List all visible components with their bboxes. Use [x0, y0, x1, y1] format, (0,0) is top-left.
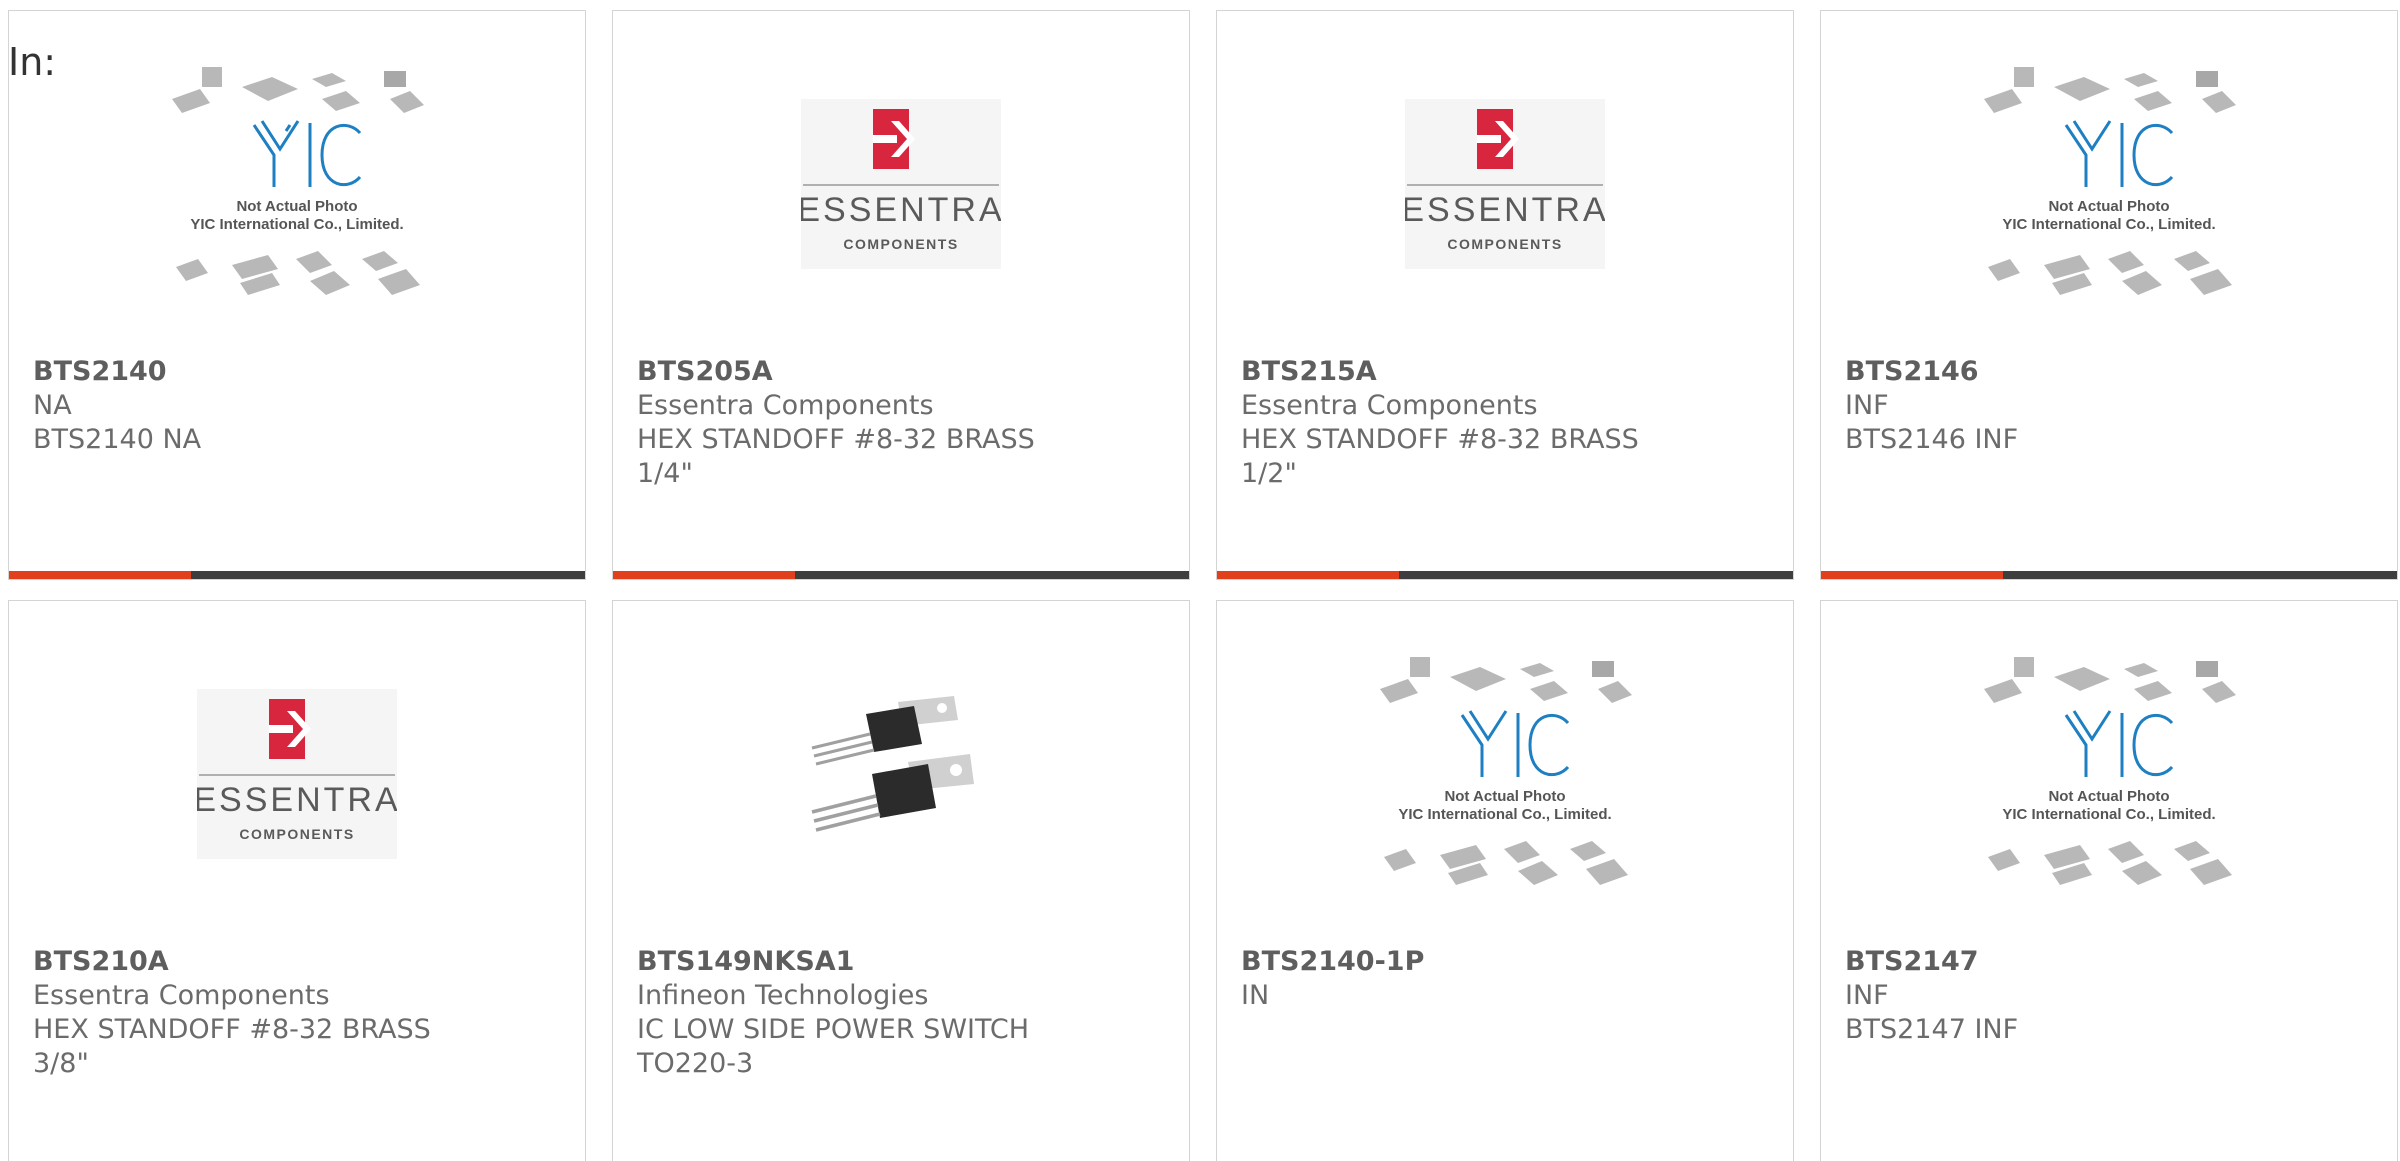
yic-placeholder-icon: Not Actual Photo YIC International Co., … [1984, 656, 2236, 885]
product-image[interactable]: Not Actual Photo YIC International Co., … [1821, 11, 2397, 356]
part-number[interactable]: BTS2140 [33, 355, 565, 389]
manufacturer: Essentra Components [637, 390, 934, 421]
product-info: BTS210A Essentra Components HEX STANDOFF… [33, 945, 565, 1081]
product-info: BTS215A Essentra Components HEX STANDOFF… [1241, 355, 1773, 491]
card-footer-bar [9, 571, 585, 579]
product-image[interactable]: Not Actual Photo YIC International Co., … [9, 11, 585, 356]
image-caption-line2: YIC International Co., Limited. [2002, 216, 2215, 233]
essentra-wordmark: ESSENTRA [1405, 191, 1605, 229]
product-image[interactable]: Not Actual Photo YIC International Co., … [1821, 601, 2397, 946]
essentra-subtitle: COMPONENTS [239, 826, 354, 842]
essentra-subtitle: COMPONENTS [1447, 236, 1562, 252]
card-footer-accent [1821, 571, 2003, 579]
image-caption-line1: Not Actual Photo [1444, 788, 1565, 805]
product-card[interactable]: Not Actual Photo YIC International Co., … [1820, 10, 2398, 580]
yic-placeholder-icon: Not Actual Photo YIC International Co., … [172, 66, 424, 295]
yic-placeholder-icon: Not Actual Photo YIC International Co., … [1984, 66, 2236, 295]
description-line2: TO220-3 [637, 1048, 754, 1079]
manufacturer: INF [1845, 390, 1889, 421]
product-info: BTS205A Essentra Components HEX STANDOFF… [637, 355, 1169, 491]
card-footer-accent [613, 571, 795, 579]
description-line1: IC LOW SIDE POWER SWITCH [637, 1014, 1030, 1045]
product-card[interactable]: BTS149NKSA1 Infineon Technologies IC LOW… [612, 600, 1190, 1161]
description-line2: 1/4" [637, 458, 693, 489]
product-info: BTS2147 INF BTS2147 INF [1845, 945, 2377, 1047]
part-number[interactable]: BTS2146 [1845, 355, 2377, 389]
image-caption-line2: YIC International Co., Limited. [2002, 806, 2215, 823]
description-line1: HEX STANDOFF #8-32 BRASS [637, 424, 1035, 455]
part-number[interactable]: BTS205A [637, 355, 1169, 389]
card-footer-accent [1217, 571, 1399, 579]
description-line1: HEX STANDOFF #8-32 BRASS [1241, 424, 1639, 455]
image-caption-line1: Not Actual Photo [2048, 788, 2169, 805]
section-heading: In: [8, 40, 57, 84]
product-image[interactable]: Not Actual Photo YIC International Co., … [1217, 601, 1793, 946]
description-line2: 3/8" [33, 1048, 89, 1079]
description-line1: BTS2146 INF [1845, 424, 2019, 455]
card-footer-bar [1821, 571, 2397, 579]
manufacturer: Essentra Components [1241, 390, 1538, 421]
description-line1: BTS2140 NA [33, 424, 202, 455]
to220-transistor-photo-icon [811, 695, 974, 832]
essentra-logo-icon: ESSENTRA COMPONENTS [197, 688, 397, 859]
product-card[interactable]: Not Actual Photo YIC International Co., … [1820, 600, 2398, 1161]
image-caption-line2: YIC International Co., Limited. [190, 216, 403, 233]
product-card[interactable]: Not Actual Photo YIC International Co., … [8, 10, 586, 580]
part-number[interactable]: BTS2140-1P [1241, 945, 1773, 979]
product-image[interactable] [613, 601, 1189, 946]
essentra-logo-icon: ESSENTRA COMPONENTS [801, 98, 1001, 269]
part-number[interactable]: BTS149NKSA1 [637, 945, 1169, 979]
essentra-logo-icon: ESSENTRA COMPONENTS [1405, 98, 1605, 269]
product-image[interactable]: ESSENTRA COMPONENTS [613, 11, 1189, 356]
manufacturer: IN [1241, 980, 1270, 1011]
product-info: BTS2146 INF BTS2146 INF [1845, 355, 2377, 457]
card-footer-accent [9, 571, 191, 579]
essentra-wordmark: ESSENTRA [801, 191, 1001, 229]
product-image[interactable]: ESSENTRA COMPONENTS [9, 601, 585, 946]
description-line1: HEX STANDOFF #8-32 BRASS [33, 1014, 431, 1045]
product-card[interactable]: Not Actual Photo YIC International Co., … [1216, 600, 1794, 1161]
product-image[interactable]: ESSENTRA COMPONENTS [1217, 11, 1793, 356]
card-footer-bar [613, 571, 1189, 579]
card-footer-bar [1217, 571, 1793, 579]
essentra-wordmark: ESSENTRA [197, 781, 397, 819]
manufacturer: Essentra Components [33, 980, 330, 1011]
product-card[interactable]: ESSENTRA COMPONENTS BTS205A Essentra Com… [612, 10, 1190, 580]
description-line2: 1/2" [1241, 458, 1297, 489]
part-number[interactable]: BTS210A [33, 945, 565, 979]
manufacturer: NA [33, 390, 72, 421]
image-caption-line1: Not Actual Photo [236, 198, 357, 215]
manufacturer: INF [1845, 980, 1889, 1011]
essentra-subtitle: COMPONENTS [843, 236, 958, 252]
image-caption-line2: YIC International Co., Limited. [1398, 806, 1611, 823]
yic-placeholder-icon: Not Actual Photo YIC International Co., … [1380, 656, 1632, 885]
image-caption-line1: Not Actual Photo [2048, 198, 2169, 215]
product-card[interactable]: ESSENTRA COMPONENTS BTS210A Essentra Com… [8, 600, 586, 1161]
description-line1: BTS2147 INF [1845, 1014, 2019, 1045]
product-card[interactable]: ESSENTRA COMPONENTS BTS215A Essentra Com… [1216, 10, 1794, 580]
manufacturer: Infineon Technologies [637, 980, 929, 1011]
product-info: BTS2140 NA BTS2140 NA [33, 355, 565, 457]
product-info: BTS2140-1P IN [1241, 945, 1773, 1013]
part-number[interactable]: BTS215A [1241, 355, 1773, 389]
part-number[interactable]: BTS2147 [1845, 945, 2377, 979]
product-grid: Not Actual Photo YIC International Co., … [0, 0, 2400, 1161]
product-info: BTS149NKSA1 Infineon Technologies IC LOW… [637, 945, 1169, 1081]
